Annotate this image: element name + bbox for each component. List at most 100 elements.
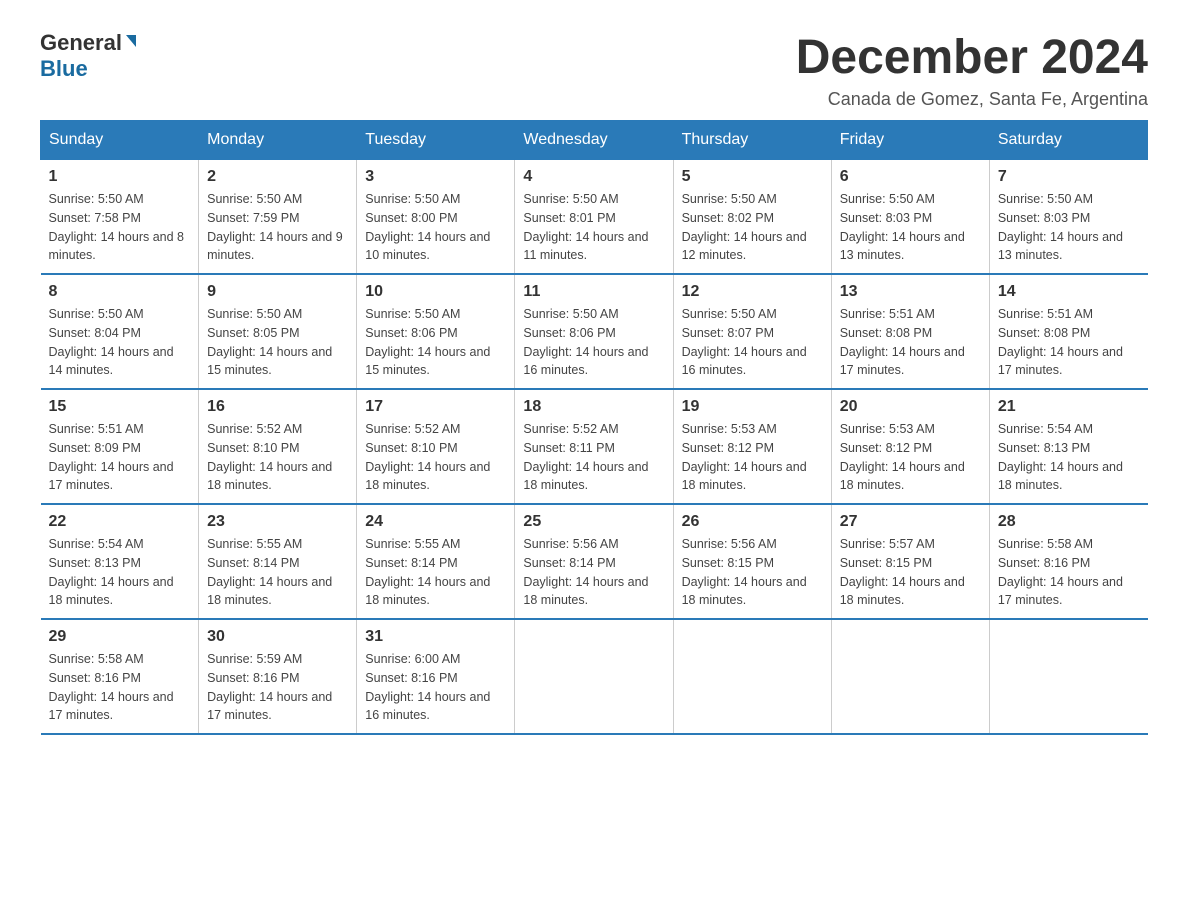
calendar-cell: 6 Sunrise: 5:50 AM Sunset: 8:03 PM Dayli… [831, 160, 989, 275]
day-number: 7 [998, 168, 1140, 186]
daylight-label: Daylight: 14 hours and 8 minutes. [49, 230, 185, 263]
daylight-label: Daylight: 14 hours and 18 minutes. [840, 575, 965, 608]
sunset-label: Sunset: 8:01 PM [523, 211, 615, 225]
day-number: 15 [49, 398, 191, 416]
page-header: General Blue December 2024 Canada de Gom… [40, 30, 1148, 110]
day-number: 1 [49, 168, 191, 186]
sunrise-label: Sunrise: 5:52 AM [523, 422, 618, 436]
sunset-label: Sunset: 8:16 PM [207, 671, 299, 685]
sunset-label: Sunset: 8:13 PM [998, 441, 1090, 455]
daylight-label: Daylight: 14 hours and 17 minutes. [207, 690, 332, 723]
calendar-cell: 19 Sunrise: 5:53 AM Sunset: 8:12 PM Dayl… [673, 389, 831, 504]
daylight-label: Daylight: 14 hours and 18 minutes. [998, 460, 1123, 493]
sunset-label: Sunset: 8:13 PM [49, 556, 141, 570]
calendar-week-2: 8 Sunrise: 5:50 AM Sunset: 8:04 PM Dayli… [41, 274, 1148, 389]
sunset-label: Sunset: 8:12 PM [840, 441, 932, 455]
day-number: 27 [840, 513, 981, 531]
page-title: December 2024 [796, 30, 1148, 85]
calendar-cell: 26 Sunrise: 5:56 AM Sunset: 8:15 PM Dayl… [673, 504, 831, 619]
day-info: Sunrise: 5:58 AM Sunset: 8:16 PM Dayligh… [998, 535, 1140, 610]
sunset-label: Sunset: 8:16 PM [998, 556, 1090, 570]
day-number: 24 [365, 513, 506, 531]
sunset-label: Sunset: 8:10 PM [365, 441, 457, 455]
day-info: Sunrise: 5:51 AM Sunset: 8:09 PM Dayligh… [49, 420, 191, 495]
sunrise-label: Sunrise: 6:00 AM [365, 652, 460, 666]
day-info: Sunrise: 5:50 AM Sunset: 8:07 PM Dayligh… [682, 305, 823, 380]
day-number: 30 [207, 628, 348, 646]
calendar-week-3: 15 Sunrise: 5:51 AM Sunset: 8:09 PM Dayl… [41, 389, 1148, 504]
sunrise-label: Sunrise: 5:56 AM [682, 537, 777, 551]
daylight-label: Daylight: 14 hours and 18 minutes. [682, 460, 807, 493]
calendar-cell: 24 Sunrise: 5:55 AM Sunset: 8:14 PM Dayl… [357, 504, 515, 619]
daylight-label: Daylight: 14 hours and 17 minutes. [998, 575, 1123, 608]
sunset-label: Sunset: 8:11 PM [523, 441, 615, 455]
sunrise-label: Sunrise: 5:58 AM [998, 537, 1093, 551]
calendar-cell: 15 Sunrise: 5:51 AM Sunset: 8:09 PM Dayl… [41, 389, 199, 504]
header-monday: Monday [199, 121, 357, 160]
day-number: 25 [523, 513, 664, 531]
sunset-label: Sunset: 8:14 PM [207, 556, 299, 570]
calendar-cell [989, 619, 1147, 734]
sunrise-label: Sunrise: 5:50 AM [49, 192, 144, 206]
sunrise-label: Sunrise: 5:50 AM [365, 307, 460, 321]
sunset-label: Sunset: 8:14 PM [365, 556, 457, 570]
location-subtitle: Canada de Gomez, Santa Fe, Argentina [796, 89, 1148, 110]
sunrise-label: Sunrise: 5:53 AM [840, 422, 935, 436]
logo: General Blue [40, 30, 136, 82]
day-number: 28 [998, 513, 1140, 531]
daylight-label: Daylight: 14 hours and 17 minutes. [49, 690, 174, 723]
day-info: Sunrise: 5:54 AM Sunset: 8:13 PM Dayligh… [998, 420, 1140, 495]
calendar-cell: 7 Sunrise: 5:50 AM Sunset: 8:03 PM Dayli… [989, 160, 1147, 275]
daylight-label: Daylight: 14 hours and 18 minutes. [365, 460, 490, 493]
day-number: 22 [49, 513, 191, 531]
day-number: 18 [523, 398, 664, 416]
daylight-label: Daylight: 14 hours and 16 minutes. [682, 345, 807, 378]
day-info: Sunrise: 5:51 AM Sunset: 8:08 PM Dayligh… [998, 305, 1140, 380]
calendar-table: SundayMondayTuesdayWednesdayThursdayFrid… [40, 120, 1148, 735]
logo-blue-text: Blue [40, 56, 88, 82]
day-info: Sunrise: 5:51 AM Sunset: 8:08 PM Dayligh… [840, 305, 981, 380]
daylight-label: Daylight: 14 hours and 18 minutes. [207, 575, 332, 608]
day-info: Sunrise: 5:52 AM Sunset: 8:10 PM Dayligh… [365, 420, 506, 495]
sunset-label: Sunset: 8:16 PM [365, 671, 457, 685]
daylight-label: Daylight: 14 hours and 18 minutes. [365, 575, 490, 608]
day-number: 5 [682, 168, 823, 186]
header-thursday: Thursday [673, 121, 831, 160]
header-friday: Friday [831, 121, 989, 160]
calendar-cell: 11 Sunrise: 5:50 AM Sunset: 8:06 PM Dayl… [515, 274, 673, 389]
daylight-label: Daylight: 14 hours and 13 minutes. [998, 230, 1123, 263]
sunset-label: Sunset: 8:06 PM [523, 326, 615, 340]
daylight-label: Daylight: 14 hours and 18 minutes. [207, 460, 332, 493]
calendar-cell: 5 Sunrise: 5:50 AM Sunset: 8:02 PM Dayli… [673, 160, 831, 275]
sunset-label: Sunset: 8:03 PM [840, 211, 932, 225]
day-info: Sunrise: 5:50 AM Sunset: 8:04 PM Dayligh… [49, 305, 191, 380]
day-info: Sunrise: 5:56 AM Sunset: 8:14 PM Dayligh… [523, 535, 664, 610]
day-info: Sunrise: 6:00 AM Sunset: 8:16 PM Dayligh… [365, 650, 506, 725]
calendar-header-row: SundayMondayTuesdayWednesdayThursdayFrid… [41, 121, 1148, 160]
day-number: 2 [207, 168, 348, 186]
title-section: December 2024 Canada de Gomez, Santa Fe,… [796, 30, 1148, 110]
header-saturday: Saturday [989, 121, 1147, 160]
sunrise-label: Sunrise: 5:50 AM [840, 192, 935, 206]
sunrise-label: Sunrise: 5:50 AM [998, 192, 1093, 206]
day-number: 21 [998, 398, 1140, 416]
calendar-cell: 12 Sunrise: 5:50 AM Sunset: 8:07 PM Dayl… [673, 274, 831, 389]
calendar-cell: 1 Sunrise: 5:50 AM Sunset: 7:58 PM Dayli… [41, 160, 199, 275]
day-number: 17 [365, 398, 506, 416]
sunset-label: Sunset: 7:59 PM [207, 211, 299, 225]
sunset-label: Sunset: 8:00 PM [365, 211, 457, 225]
calendar-cell: 30 Sunrise: 5:59 AM Sunset: 8:16 PM Dayl… [199, 619, 357, 734]
day-number: 26 [682, 513, 823, 531]
calendar-cell: 18 Sunrise: 5:52 AM Sunset: 8:11 PM Dayl… [515, 389, 673, 504]
day-number: 23 [207, 513, 348, 531]
sunset-label: Sunset: 8:12 PM [682, 441, 774, 455]
daylight-label: Daylight: 14 hours and 13 minutes. [840, 230, 965, 263]
day-info: Sunrise: 5:50 AM Sunset: 8:05 PM Dayligh… [207, 305, 348, 380]
calendar-cell: 9 Sunrise: 5:50 AM Sunset: 8:05 PM Dayli… [199, 274, 357, 389]
daylight-label: Daylight: 14 hours and 15 minutes. [365, 345, 490, 378]
sunrise-label: Sunrise: 5:53 AM [682, 422, 777, 436]
sunset-label: Sunset: 8:02 PM [682, 211, 774, 225]
day-info: Sunrise: 5:50 AM Sunset: 8:03 PM Dayligh… [998, 190, 1140, 265]
sunrise-label: Sunrise: 5:52 AM [365, 422, 460, 436]
day-number: 10 [365, 283, 506, 301]
